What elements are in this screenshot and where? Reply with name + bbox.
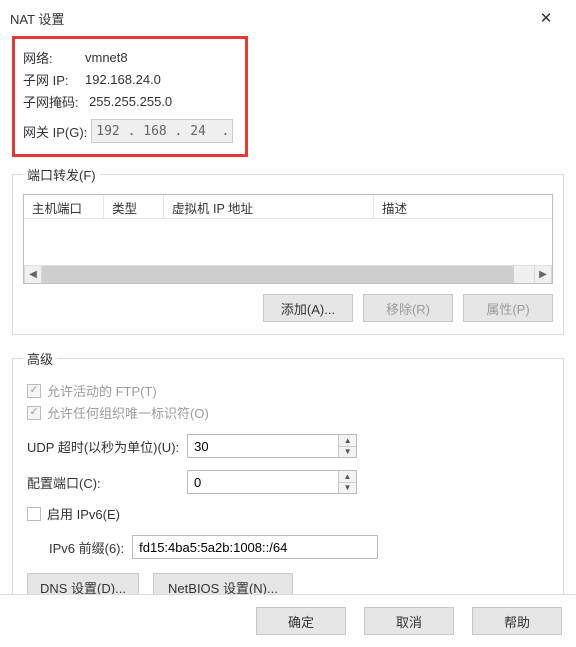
network-value: vmnet8 xyxy=(85,50,128,65)
ipv6-prefix-input[interactable] xyxy=(132,535,378,559)
scroll-left-icon[interactable]: ◀ xyxy=(24,266,42,283)
config-port-stepper[interactable]: ▲ ▼ xyxy=(187,470,357,494)
subnet-ip-value: 192.168.24.0 xyxy=(85,72,161,87)
horizontal-scrollbar[interactable]: ◀ ▶ xyxy=(24,265,552,283)
scroll-thumb[interactable] xyxy=(42,266,514,283)
config-port-label: 配置端口(C): xyxy=(27,473,179,492)
chevron-down-icon[interactable]: ▼ xyxy=(339,447,356,458)
col-vm-ip[interactable]: 虚拟机 IP 地址 xyxy=(164,195,374,218)
table-header: 主机端口 类型 虚拟机 IP 地址 描述 xyxy=(24,195,552,219)
config-port-input[interactable] xyxy=(188,471,338,493)
advanced-legend: 高级 xyxy=(23,349,57,368)
close-icon[interactable]: ✕ xyxy=(526,3,566,33)
chevron-down-icon[interactable]: ▼ xyxy=(339,483,356,494)
subnet-ip-label: 子网 IP: xyxy=(23,70,85,89)
gateway-label: 网关 IP(G): xyxy=(23,122,87,141)
check-icon xyxy=(27,384,41,398)
subnet-mask-label: 子网掩码: xyxy=(23,92,85,111)
cancel-button[interactable]: 取消 xyxy=(364,607,454,635)
allow-oui-checkbox[interactable]: 允许任何组织唯一标识符(O) xyxy=(27,403,553,422)
advanced-group: 高级 允许活动的 FTP(T) 允许任何组织唯一标识符(O) UDP 超时(以秒… xyxy=(12,349,564,614)
udp-timeout-label: UDP 超时(以秒为单位)(U): xyxy=(27,437,179,456)
port-forwarding-table[interactable]: 主机端口 类型 虚拟机 IP 地址 描述 ◀ ▶ xyxy=(23,194,553,284)
titlebar: NAT 设置 ✕ xyxy=(0,0,576,36)
chevron-up-icon[interactable]: ▲ xyxy=(339,471,356,483)
ok-button[interactable]: 确定 xyxy=(256,607,346,635)
port-forwarding-legend: 端口转发(F) xyxy=(23,165,100,184)
allow-active-ftp-label: 允许活动的 FTP(T) xyxy=(47,381,157,400)
subnet-mask-value: 255.255.255.0 xyxy=(89,94,172,109)
network-summary-box: 网络: vmnet8 子网 IP: 192.168.24.0 子网掩码: 255… xyxy=(12,36,248,157)
port-forwarding-group: 端口转发(F) 主机端口 类型 虚拟机 IP 地址 描述 ◀ ▶ 添加(A)..… xyxy=(12,165,564,335)
dialog-footer: 确定 取消 帮助 xyxy=(0,594,576,647)
add-button[interactable]: 添加(A)... xyxy=(263,294,353,322)
col-type[interactable]: 类型 xyxy=(104,195,164,218)
enable-ipv6-checkbox[interactable]: 启用 IPv6(E) xyxy=(27,504,553,523)
col-desc[interactable]: 描述 xyxy=(374,195,552,218)
checkbox-empty-icon xyxy=(27,507,41,521)
allow-active-ftp-checkbox[interactable]: 允许活动的 FTP(T) xyxy=(27,381,553,400)
ipv6-prefix-label: IPv6 前缀(6): xyxy=(49,538,124,557)
udp-timeout-stepper[interactable]: ▲ ▼ xyxy=(187,434,357,458)
udp-timeout-input[interactable] xyxy=(188,435,338,457)
chevron-up-icon[interactable]: ▲ xyxy=(339,435,356,447)
table-body xyxy=(24,219,552,265)
col-host-port[interactable]: 主机端口 xyxy=(24,195,104,218)
check-icon xyxy=(27,406,41,420)
network-label: 网络: xyxy=(23,48,85,67)
enable-ipv6-label: 启用 IPv6(E) xyxy=(47,504,120,523)
gateway-ip-input[interactable] xyxy=(91,119,233,143)
properties-button[interactable]: 属性(P) xyxy=(463,294,553,322)
help-button[interactable]: 帮助 xyxy=(472,607,562,635)
remove-button[interactable]: 移除(R) xyxy=(363,294,453,322)
window-title: NAT 设置 xyxy=(10,9,526,28)
scroll-right-icon[interactable]: ▶ xyxy=(534,266,552,283)
allow-oui-label: 允许任何组织唯一标识符(O) xyxy=(47,403,209,422)
